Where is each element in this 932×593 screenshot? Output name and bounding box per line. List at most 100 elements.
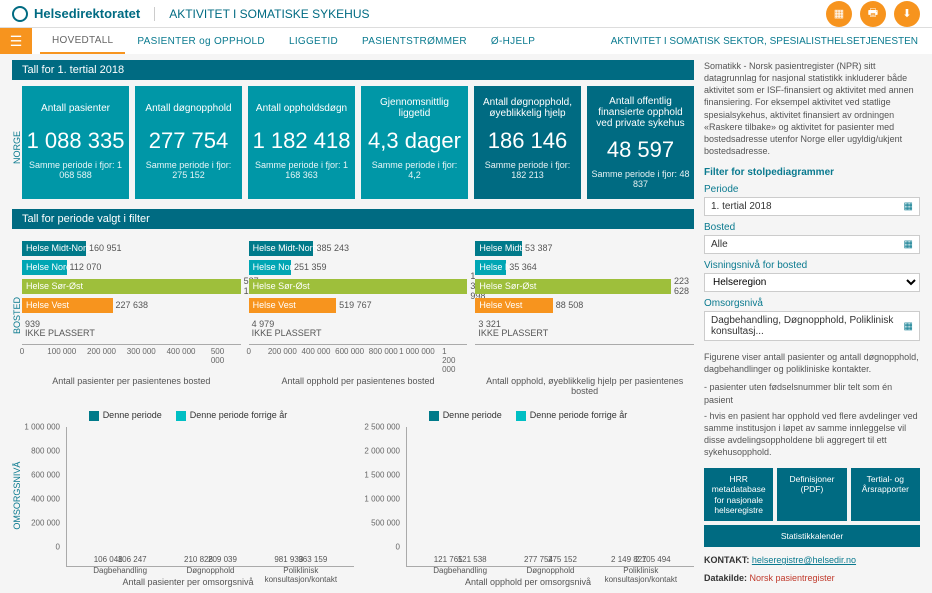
print-icon[interactable]: 🖶	[860, 1, 886, 27]
datakilde: Datakilde: Norsk pasientregister	[704, 573, 920, 583]
axis-tick: 0	[20, 347, 24, 356]
brand-icon	[12, 6, 28, 22]
kontakt-link[interactable]: helseregistre@helsedir.no	[752, 555, 856, 565]
hbar-row: 939IKKE PLASSERT	[22, 315, 241, 339]
side-button[interactable]: Definisjoner (PDF)	[777, 468, 846, 521]
hbar-fill: Helse Midt-Norge	[22, 241, 86, 256]
bar-category: Poliklinisk konsultasjon/kontakt	[256, 566, 346, 584]
kpi-value: 48 597	[591, 137, 690, 163]
expand-icon: ▦	[904, 239, 913, 250]
kpi-card: Antall døgnopphold, øyeblikkelig hjelp18…	[474, 86, 581, 199]
bosted-value: Alle	[711, 239, 728, 250]
hbar-fill: Helse Sør-Øst	[249, 279, 468, 294]
legend-a2: Denne periode	[443, 410, 502, 420]
side-button[interactable]: HRR metadatabase for nasjonale helseregi…	[704, 468, 773, 521]
chart-h-ohjelp: Helse Midt-Norge53 387Helse Nord35 364He…	[475, 235, 694, 396]
kpi-card: Antall offentlig finansierte opphold ved…	[587, 86, 694, 199]
yaxis-tick: 200 000	[31, 518, 60, 527]
axis-tick: 600 000	[335, 347, 364, 356]
tab-pasientstrommer[interactable]: PASIENTSTRØMMER	[350, 28, 479, 54]
axis-tick: 0	[246, 347, 250, 356]
kpi-value: 1 182 418	[252, 128, 351, 154]
chart-v-opphold: Denne periode Denne periode forrige år 0…	[362, 404, 694, 587]
kpi-value: 4,3 dager	[365, 128, 464, 154]
kpi-label: Antall offentlig finansierte opphold ved…	[591, 96, 690, 129]
side-button[interactable]: Tertial- og Årsrapporter	[851, 468, 920, 521]
bar-category: Døgnopphold	[505, 566, 595, 575]
axis-tick: 1 200 000	[442, 347, 459, 374]
bosted-select[interactable]: Alle ▦	[704, 235, 920, 254]
kpi-sub: Samme periode i fjor: 48 837	[591, 169, 690, 189]
bar-value: 2 105 494	[635, 555, 671, 564]
hbar-value: 385 243	[313, 241, 349, 256]
oms-label: Omsorgsnivå	[704, 298, 920, 309]
yaxis-tick: 500 000	[371, 518, 400, 527]
grid-icon[interactable]: ▦	[826, 1, 852, 27]
bar-category: Døgnopphold	[165, 566, 255, 575]
hbar-row: Helse Midt-Norge53 387	[475, 239, 694, 257]
hbar-value: 223 628	[671, 279, 694, 294]
hbar-value: 160 951	[86, 241, 122, 256]
axis-tick: 500 000	[211, 347, 231, 365]
kpi-value: 277 754	[139, 128, 238, 154]
kpi-sub: Samme periode i fjor: 182 213	[478, 160, 577, 180]
chart-h-pasienter: Helse Midt-Norge160 951Helse Nord112 070…	[22, 235, 241, 396]
axis-tick: 400 000	[301, 347, 330, 356]
yaxis-tick: 600 000	[31, 470, 60, 479]
kpi-card: Antall døgnopphold 277 754 Samme periode i…	[135, 86, 242, 199]
hbar-fill: Helse Vest	[475, 298, 552, 313]
chart-h3-title: Antall opphold, øyeblikkelig hjelp per p…	[475, 376, 694, 396]
yaxis-tick: 400 000	[31, 494, 60, 503]
side-button[interactable]: Statistikkalender	[704, 525, 920, 547]
periode-label: Periode	[704, 184, 920, 195]
expand-icon2: ▦	[904, 321, 913, 332]
legend2: Denne periode Denne periode forrige år	[362, 410, 694, 421]
bar-value: 963 159	[298, 555, 327, 564]
kpi-value: 1 088 335	[26, 128, 125, 154]
hbar-row: Helse Nord251 359	[249, 258, 468, 276]
hbar-value: 251 359	[291, 260, 327, 275]
hbar-fill: Helse Midt-Norge	[249, 241, 314, 256]
hbar-row: Helse Nord112 070	[22, 258, 241, 276]
kpi-label: Antall pasienter	[26, 96, 125, 120]
periode-value: 1. tertial 2018	[711, 201, 772, 212]
tab-ohjelp[interactable]: Ø-HJELP	[479, 28, 547, 54]
legend1: Denne periode Denne periode forrige år	[22, 410, 354, 421]
topbar: Helsedirektoratet AKTIVITET I SOMATISKE …	[0, 0, 932, 28]
axis-tick: 200 000	[87, 347, 116, 356]
datakilde-value: Norsk pasientregister	[750, 573, 835, 583]
yaxis-tick: 1 500 000	[364, 470, 400, 479]
hbar-row: Helse Vest519 767	[249, 296, 468, 314]
yaxis-tick: 1 000 000	[364, 494, 400, 503]
hbar-row: 4 979IKKE PLASSERT	[249, 315, 468, 339]
yaxis-tick: 2 000 000	[364, 446, 400, 455]
hbar-fill: Helse Vest	[22, 298, 113, 313]
menu-icon[interactable]: ☰	[0, 28, 32, 54]
legend-b2: Denne periode forrige år	[530, 410, 628, 420]
hbar-row: Helse Midt-Norge385 243	[249, 239, 468, 257]
bar-value: 275 152	[548, 555, 577, 564]
section1-head: Tall for 1. tertial 2018	[12, 60, 694, 80]
tab-hovedtall[interactable]: HOVEDTALL	[40, 28, 125, 54]
kpi-label: Antall døgnopphold	[139, 96, 238, 120]
section2-head: Tall for periode valgt i filter	[12, 209, 694, 229]
oms-select[interactable]: Dagbehandling, Døgnopphold, Poliklinisk …	[704, 311, 920, 341]
periode-select[interactable]: 1. tertial 2018▦	[704, 197, 920, 216]
hbar-row: Helse Midt-Norge160 951	[22, 239, 241, 257]
hbar-value: 53 387	[522, 241, 553, 256]
hbar-value: 227 638	[113, 298, 149, 313]
tab-liggetid[interactable]: LIGGETID	[277, 28, 350, 54]
visning-select[interactable]: Helseregion	[704, 273, 920, 292]
oms-value: Dagbehandling, Døgnopphold, Poliklinisk …	[711, 315, 904, 337]
yaxis-tick: 0	[396, 542, 400, 551]
hbar-fill: Helse Nord	[22, 260, 67, 275]
side-buttons: HRR metadatabase for nasjonale helseregi…	[704, 468, 920, 547]
hbar-value: 4 979IKKE PLASSERT	[249, 320, 322, 338]
side-panel: Somatikk - Norsk pasientregister (NPR) s…	[704, 60, 920, 587]
legend-a: Denne periode	[103, 410, 162, 420]
download-icon[interactable]: ⬇	[894, 1, 920, 27]
tab-pasienter-opphold[interactable]: PASIENTER og OPPHOLD	[125, 28, 277, 54]
kpi-card: Antall oppholdsdøgn1 182 418Samme period…	[248, 86, 355, 199]
hbar-fill: Helse Midt-Norge	[475, 241, 522, 256]
kpi-sub: Samme periode i fjor: 275 152	[139, 160, 238, 180]
